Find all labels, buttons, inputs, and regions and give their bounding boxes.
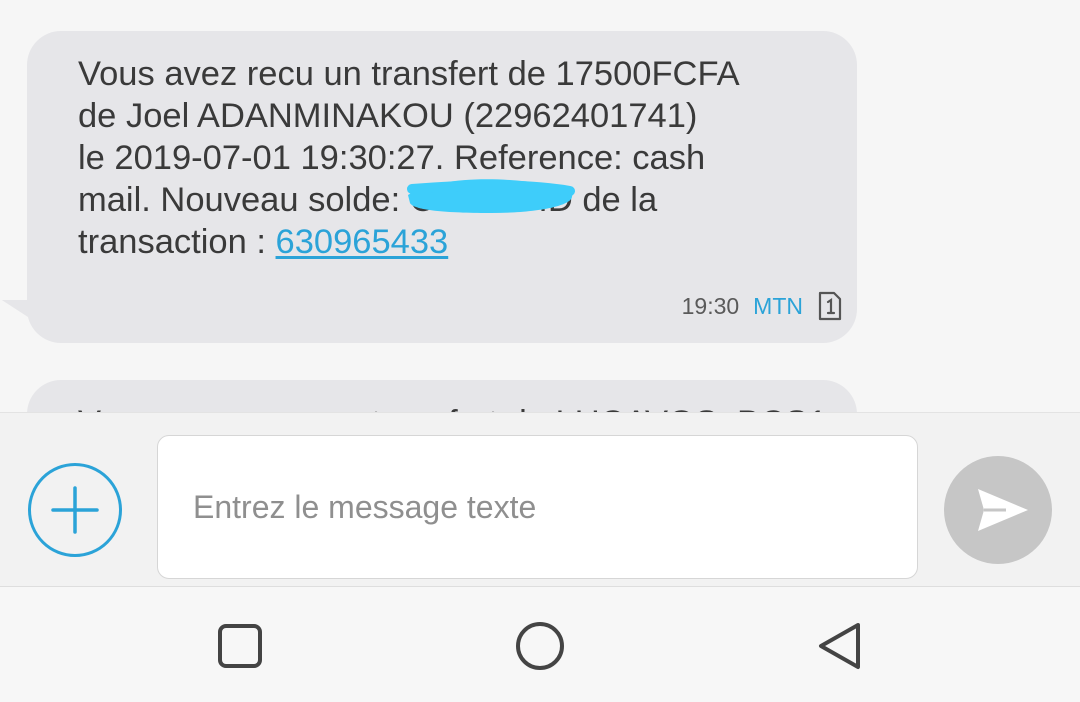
message-line-segment: mail. Nouveau solde: (78, 181, 401, 219)
message-meta: 19:30 MTN (682, 291, 843, 321)
sim-label: MTN (753, 292, 803, 319)
message-line: le 2019-07-01 19:30:27. Reference: cash (78, 139, 706, 177)
message-time: 19:30 (681, 292, 740, 319)
navigation-bar (0, 587, 1080, 702)
sim-1-icon (817, 291, 843, 321)
message-text: Vous avez recu un transfert de 17500FCFA… (78, 53, 798, 263)
message-line: transaction : 630965433 (78, 221, 798, 263)
message-line: Vous avez recu un transfert de 17500FCFA (78, 55, 740, 93)
home-button[interactable] (505, 611, 575, 681)
message-line: mail. Nouveau solde: CFAFA. ID de la (78, 179, 798, 221)
back-button[interactable] (805, 611, 875, 681)
next-message-text: Vous avez recu un transfert de LUCAVOS_B… (78, 402, 827, 412)
add-attachment-button[interactable] (28, 463, 122, 557)
compose-bar (0, 412, 1080, 587)
redaction-scribble (406, 179, 575, 213)
redacted-balance: CFA (406, 179, 575, 221)
send-button[interactable] (944, 456, 1052, 564)
message-thread[interactable]: Vous avez recu un transfert de 17500FCFA… (0, 0, 1080, 412)
message-line-segment: transaction : (78, 223, 266, 261)
message-line: de Joel ADANMINAKOU (22962401741) (78, 97, 698, 135)
transaction-id-link[interactable]: 630965433 (276, 223, 449, 261)
recent-apps-button[interactable] (205, 611, 275, 681)
message-input[interactable] (157, 435, 918, 579)
